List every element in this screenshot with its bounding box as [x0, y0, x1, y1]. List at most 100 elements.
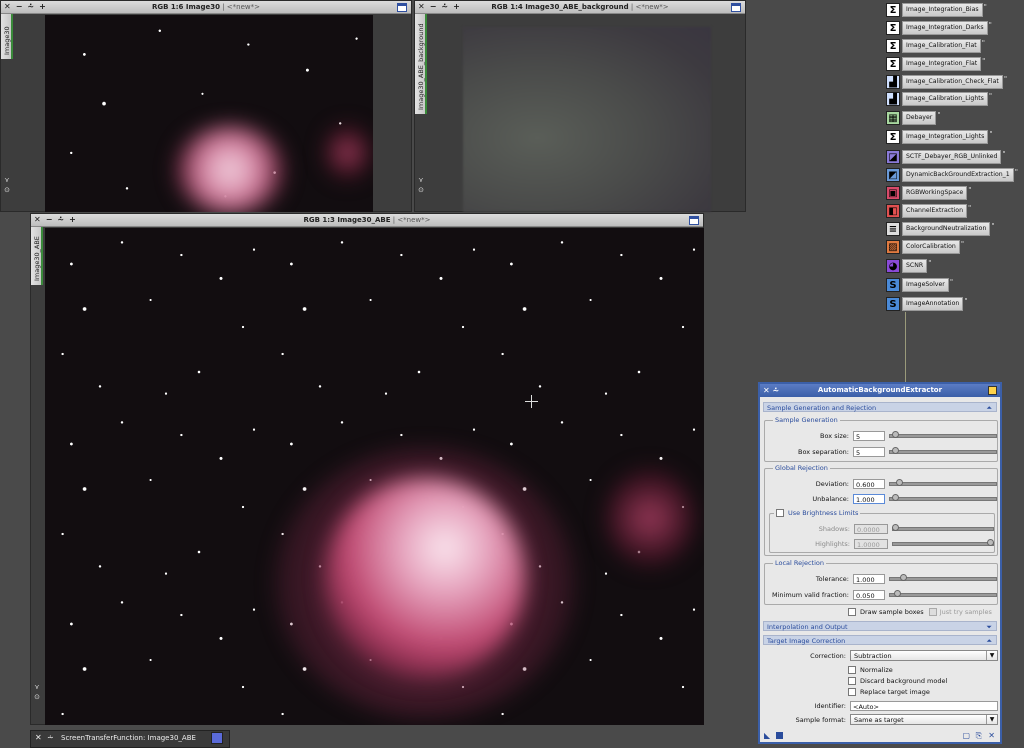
target-icon[interactable]: ⊙: [34, 694, 40, 701]
normalize-checkbox[interactable]: [848, 665, 856, 674]
process-icon-14[interactable]: ▨ ColorCalibration ": [886, 239, 964, 255]
process-icon-9[interactable]: ◪ SCTF_Debayer_RGB_Unlinked ": [886, 149, 1006, 165]
stf-toolbar[interactable]: ✕ ⩪ ScreenTransferFunction: Image30_ABE: [30, 730, 230, 748]
abe-dialog[interactable]: ✕ ⩪ AutomaticBackgroundExtractor Sample …: [758, 382, 1002, 744]
shadows-input[interactable]: 0.0000: [854, 523, 888, 534]
box-size-slider[interactable]: [889, 431, 997, 438]
tolerance-input[interactable]: 1.000: [853, 573, 885, 584]
process-icon-2[interactable]: Σ Image_Integration_Darks ": [886, 20, 992, 36]
maximize-icon[interactable]: [731, 3, 741, 12]
instance-icon[interactable]: [988, 386, 997, 395]
crosshair-cursor: [525, 395, 538, 408]
image30-titlebar[interactable]: ✕ − ⩪ + RGB 1:6 Image30 | <*new*>: [1, 1, 411, 14]
tolerance-slider[interactable]: [889, 574, 997, 581]
process-icon-13[interactable]: ≡ BackgroundNeutralization ": [886, 221, 995, 237]
process-icon-11[interactable]: ▣ RGBWorkingSpace ": [886, 185, 971, 201]
abe-titlebar[interactable]: ✕ − ⩪ + RGB 1:3 Image30_ABE | <*new*>: [31, 214, 703, 227]
section-sample-generation[interactable]: Sample Generation and Rejection ⏶: [763, 402, 997, 412]
highlights-slider[interactable]: [892, 539, 994, 546]
replace-checkbox[interactable]: [848, 687, 856, 696]
apply-icon[interactable]: [776, 732, 783, 739]
new-instance-icon[interactable]: ◣: [764, 731, 770, 740]
process-icon-12[interactable]: ◧ ChannelExtraction ": [886, 203, 971, 219]
process-icon-10[interactable]: ◩ DynamicBackGroundExtraction_1 ": [886, 167, 1018, 183]
process-icon-label: Image_Calibration_Lights: [902, 92, 988, 106]
background-window[interactable]: ✕ − ⩪ + RGB 1:4 Image30_ABE_background |…: [414, 0, 746, 212]
documentation-icon[interactable]: ⎘: [976, 731, 982, 741]
link-icon[interactable]: ⋎: [4, 177, 9, 184]
deviation-slider[interactable]: [889, 479, 997, 486]
box-separation-slider[interactable]: [889, 447, 997, 454]
section-interpolation[interactable]: Interpolation and Output ⏷: [763, 621, 997, 631]
collapse-icon[interactable]: ⏶: [986, 636, 992, 646]
quote-marker: ": [991, 222, 995, 230]
deviation-input[interactable]: 0.600: [853, 478, 885, 489]
quote-marker: ": [937, 111, 941, 119]
min-valid-input[interactable]: 0.050: [853, 589, 885, 600]
collapse-icon[interactable]: ⏶: [986, 403, 992, 413]
discard-checkbox[interactable]: [848, 676, 856, 685]
process-icon-8[interactable]: Σ Image_Integration_Lights ": [886, 129, 993, 145]
view-tab-image30[interactable]: Image30: [1, 14, 13, 59]
background-model-viewport[interactable]: [463, 27, 711, 212]
image-viewport[interactable]: [45, 228, 704, 725]
maximize-icon[interactable]: [397, 3, 407, 12]
process-icon-label: Debayer: [902, 111, 937, 125]
dialog-titlebar[interactable]: ✕ ⩪ AutomaticBackgroundExtractor: [760, 384, 1000, 397]
abe-image-window[interactable]: ✕ − ⩪ + RGB 1:3 Image30_ABE | <*new*> Im…: [30, 213, 704, 725]
quote-marker: ": [988, 92, 993, 100]
shadows-slider[interactable]: [892, 524, 994, 531]
view-tab-background[interactable]: Image30_ABE_background: [415, 14, 427, 114]
maximize-icon[interactable]: [689, 216, 699, 225]
stf-icon[interactable]: [211, 732, 223, 744]
highlights-input[interactable]: 1.0000: [854, 538, 888, 549]
draw-samples-checkbox[interactable]: [848, 607, 856, 616]
process-icon-1[interactable]: Σ Image_Integration_Bias ": [886, 2, 987, 18]
process-icon-6[interactable]: ▟ Image_Calibration_Lights ": [886, 91, 992, 107]
preview-icon[interactable]: ▢: [962, 731, 970, 740]
unbalance-label: Unbalance:: [812, 494, 849, 503]
view-tab-abe[interactable]: Image30_ABE: [31, 227, 43, 285]
process-icon-17[interactable]: S ImageAnnotation ": [886, 296, 968, 312]
discard-label: Discard background model: [860, 676, 948, 685]
min-valid-slider[interactable]: [889, 590, 997, 597]
process-icon-4[interactable]: Σ Image_Integration_Flat ": [886, 56, 985, 72]
chevron-down-icon: ▼: [986, 715, 997, 724]
just-try-checkbox[interactable]: [928, 607, 937, 616]
process-icon-7[interactable]: ▦ Debayer ": [886, 110, 941, 126]
target-icon[interactable]: ⊙: [418, 187, 424, 194]
box-separation-input[interactable]: 5: [853, 446, 885, 457]
close-icon[interactable]: ✕ ⩪: [763, 384, 779, 397]
sigma-icon: Σ: [886, 130, 900, 144]
process-icon-15[interactable]: ◕ SCNR ": [886, 258, 931, 274]
image30-window[interactable]: ✕ − ⩪ + RGB 1:6 Image30 | <*new*> Image3…: [0, 0, 412, 212]
nebula-secondary: [605, 468, 695, 568]
unbalance-slider[interactable]: [889, 494, 997, 501]
unbalance-input[interactable]: 1.000: [853, 493, 885, 504]
process-icon-label: ImageAnnotation: [902, 297, 964, 311]
reset-icon[interactable]: ✕: [988, 731, 995, 740]
image-viewport[interactable]: [45, 15, 373, 212]
link-icon[interactable]: ⋎: [34, 684, 39, 691]
shade-icon[interactable]: ⩪: [47, 733, 54, 742]
process-icon-label: RGBWorkingSpace: [902, 186, 968, 200]
target-icon[interactable]: ⊙: [4, 187, 10, 194]
dialog-title: AutomaticBackgroundExtractor: [817, 386, 943, 394]
use-brightness-checkbox[interactable]: [776, 509, 784, 517]
quote-marker: ": [983, 3, 987, 11]
identifier-input[interactable]: <Auto>: [850, 700, 998, 711]
box-size-input[interactable]: 5: [853, 430, 885, 441]
section-target-correction[interactable]: Target Image Correction ⏶: [763, 635, 997, 645]
sample-format-select[interactable]: Same as target ▼: [850, 714, 998, 725]
correction-select[interactable]: Subtraction ▼: [850, 650, 998, 661]
link-icon[interactable]: ⋎: [418, 177, 423, 184]
process-icon-16[interactable]: S ImageSolver ": [886, 277, 953, 293]
normalize-label: Normalize: [860, 665, 893, 674]
background-titlebar[interactable]: ✕ − ⩪ + RGB 1:4 Image30_ABE_background |…: [415, 1, 745, 14]
close-icon[interactable]: ✕: [35, 733, 42, 742]
process-icon-3[interactable]: Σ Image_Calibration_Flat ": [886, 38, 985, 54]
expand-icon[interactable]: ⏷: [986, 622, 992, 632]
process-icon-5[interactable]: ▟ Image_Calibration_Check_Flat ": [886, 74, 1007, 90]
view-side-tools: ⋎ ⊙: [416, 177, 426, 194]
view-side-tools: ⋎ ⊙: [2, 177, 12, 194]
